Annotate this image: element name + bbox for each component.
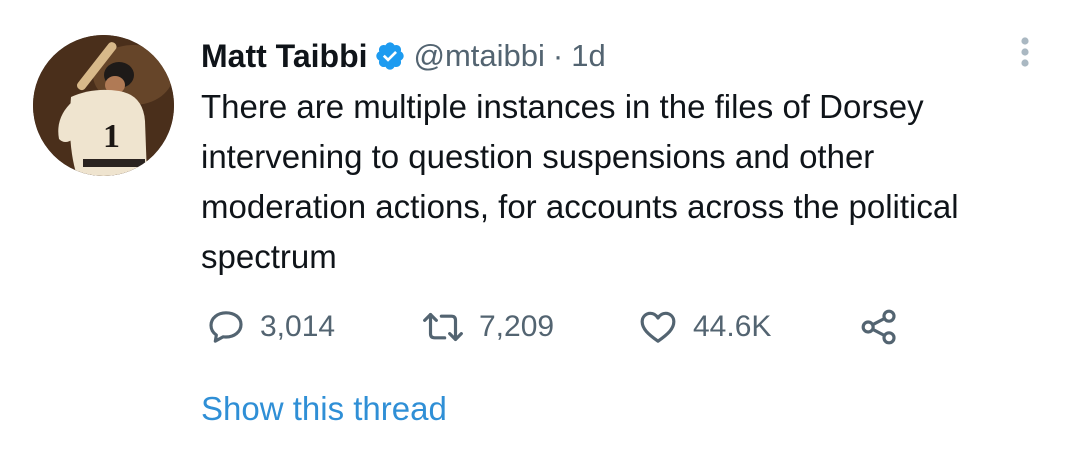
verified-badge-icon [374, 40, 406, 72]
reply-bubble-icon [209, 311, 243, 343]
share-button[interactable] [858, 300, 900, 354]
reply-count: 3,014 [260, 310, 336, 343]
tweet[interactable]: 1 Matt Taibbi @mtaibbi · 1d There are mu… [0, 0, 1080, 463]
reply-button[interactable]: 3,014 [206, 300, 335, 354]
avatar[interactable]: 1 [33, 35, 174, 176]
like-count: 44.6K [693, 310, 772, 343]
svg-text:1: 1 [103, 118, 120, 155]
separator-dot: · [552, 38, 564, 73]
author-handle[interactable]: @mtaibbi [414, 38, 545, 74]
heart-icon [640, 311, 676, 343]
retweet-count: 7,209 [479, 310, 555, 343]
tweet-actions: 3,014 7,209 44.6K [201, 300, 961, 354]
retweet-button[interactable]: 7,209 [421, 300, 554, 354]
more-vertical-icon[interactable] [1013, 34, 1037, 74]
retweet-icon [423, 312, 463, 342]
like-button[interactable]: 44.6K [637, 300, 771, 354]
baseball-player-avatar-icon: 1 [33, 35, 174, 176]
share-icon [861, 309, 896, 345]
tweet-text: There are multiple instances in the file… [201, 88, 959, 275]
show-thread-link[interactable]: Show this thread [201, 390, 447, 428]
tweet-timestamp[interactable]: 1d [571, 38, 605, 74]
author-display-name[interactable]: Matt Taibbi [201, 38, 368, 75]
tweet-header: Matt Taibbi @mtaibbi · 1d [201, 36, 606, 76]
